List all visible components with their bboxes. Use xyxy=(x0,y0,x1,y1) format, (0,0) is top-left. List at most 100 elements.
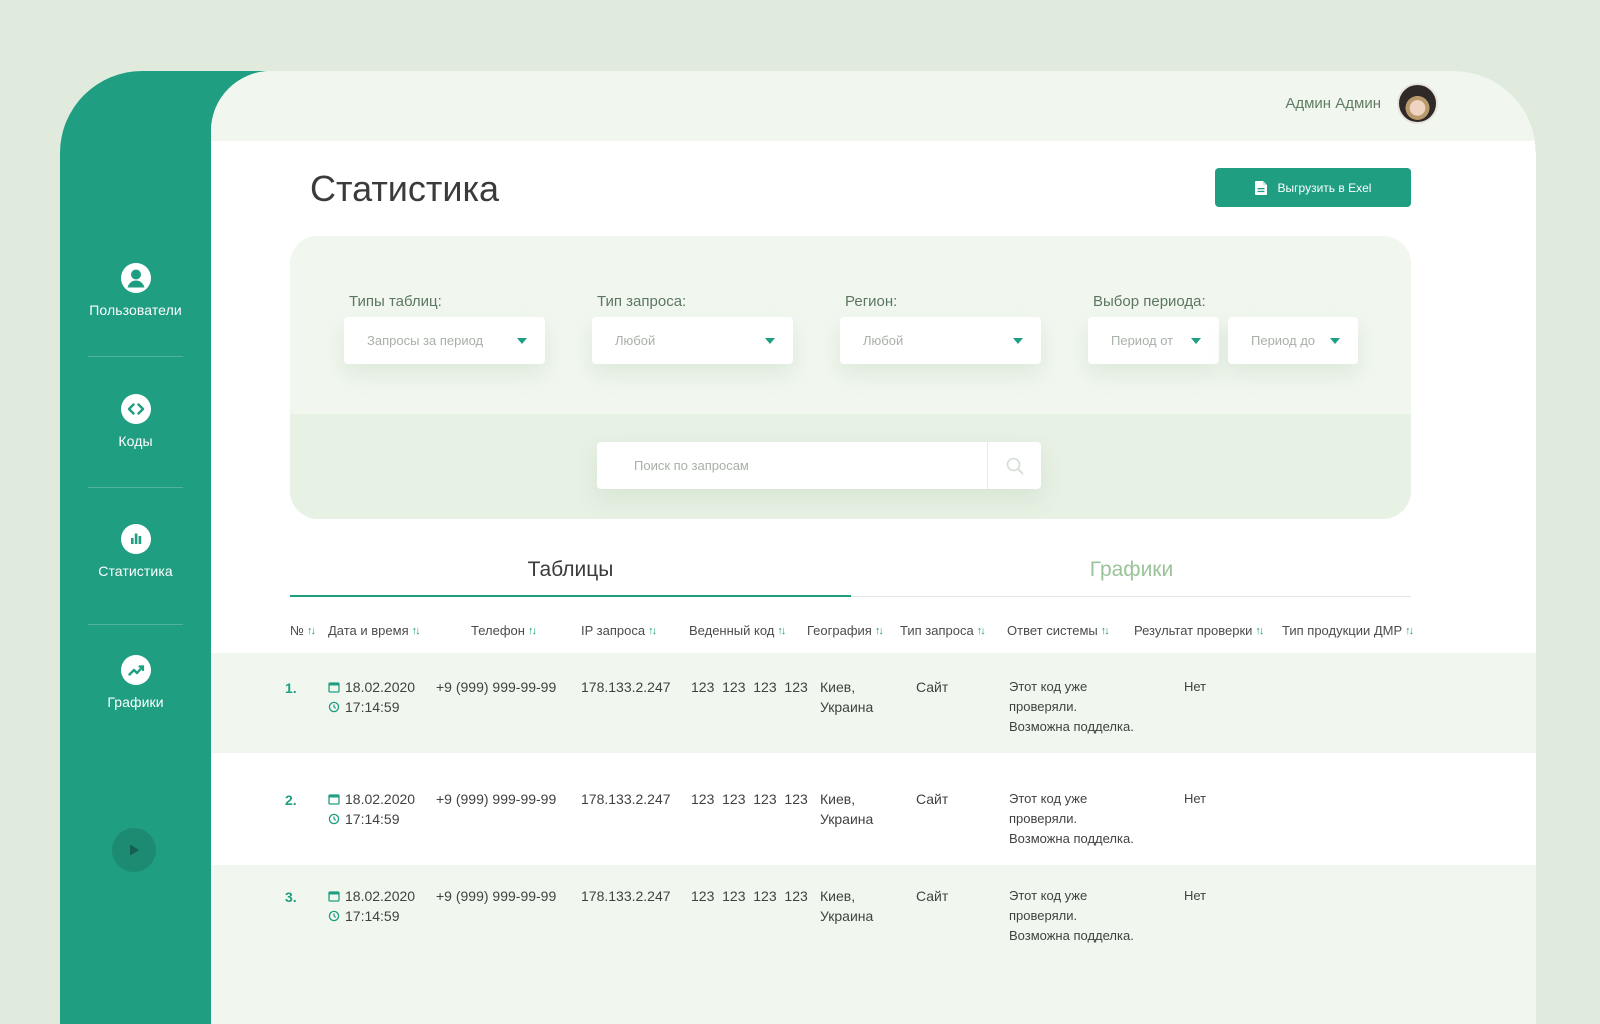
answer-line: проверяли. xyxy=(1009,811,1078,826)
row-system-answer: Этот код уже проверяли. Возможна подделк… xyxy=(1009,789,1134,849)
row-number: 3. xyxy=(285,889,297,905)
table-row[interactable]: 1. 18.02.2020 17:14:59 +9 (999) 999-99-9… xyxy=(211,653,1536,753)
row-geography: Киев, Украина xyxy=(820,677,873,717)
row-phone: +9 (999) 999-99-99 xyxy=(436,791,557,807)
column-header-ip[interactable]: IP запроса ↑↓ xyxy=(581,623,657,638)
row-geo-city: Киев, xyxy=(820,679,856,695)
bar-chart-icon xyxy=(120,524,151,554)
row-geography: Киев, Украина xyxy=(820,886,873,926)
row-code: 123 123 123 123 xyxy=(691,888,808,904)
history-icon xyxy=(328,701,340,713)
column-header-phone[interactable]: Телефон ↑↓ xyxy=(471,623,537,638)
user-icon xyxy=(120,263,151,293)
sidebar-item-label: Графики xyxy=(107,694,164,710)
export-button-label: Выгрузить в Exel xyxy=(1277,180,1372,195)
sidebar-item-statistics[interactable]: Статистика xyxy=(60,524,211,579)
row-check-result: Нет xyxy=(1184,888,1207,903)
column-header-label: Тип продукции ДМР xyxy=(1282,623,1403,638)
row-system-answer: Этот код уже проверяли. Возможна подделк… xyxy=(1009,886,1134,946)
column-header-product-type[interactable]: Тип продукции ДМР ↑↓ xyxy=(1282,623,1414,638)
play-icon xyxy=(130,844,139,856)
main-content: Админ Админ Статистика Выгрузить в Exel … xyxy=(211,71,1536,1024)
row-date: 18.02.2020 xyxy=(345,679,416,695)
answer-line: Этот код уже xyxy=(1009,888,1088,903)
column-header-check-result[interactable]: Результат проверки ↑↓ xyxy=(1134,623,1264,638)
row-request-type: Сайт xyxy=(916,679,949,695)
row-check-result: Нет xyxy=(1184,679,1207,694)
row-geo-country: Украина xyxy=(820,811,874,827)
search-icon xyxy=(1006,457,1023,474)
column-header-number[interactable]: № ↑↓ xyxy=(290,623,316,638)
select-value: Любой xyxy=(615,333,656,348)
avatar[interactable] xyxy=(1397,83,1438,124)
row-number: 1. xyxy=(285,680,297,696)
top-bar: Админ Админ xyxy=(211,71,1536,141)
sort-icon: ↑↓ xyxy=(777,624,786,637)
play-button[interactable] xyxy=(112,828,156,872)
table-type-select[interactable]: Запросы за период xyxy=(344,317,545,364)
sidebar-item-codes[interactable]: Коды xyxy=(60,394,211,449)
sort-icon: ↑↓ xyxy=(306,624,316,637)
tab-tables[interactable]: Таблицы xyxy=(290,558,851,597)
sidebar-item-label: Статистика xyxy=(98,563,173,579)
sort-icon: ↑↓ xyxy=(874,624,884,637)
calendar-icon xyxy=(328,891,340,902)
sidebar-item-label: Коды xyxy=(118,433,153,449)
answer-line: Этот код уже xyxy=(1009,791,1088,806)
row-date: 18.02.2020 xyxy=(345,791,416,807)
caret-down-icon xyxy=(1330,337,1340,344)
row-ip: 178.133.2.247 xyxy=(581,791,671,807)
row-request-type: Сайт xyxy=(916,888,949,904)
row-geography: Киев, Украина xyxy=(820,789,873,829)
column-header-label: География xyxy=(807,623,872,638)
column-header-label: № xyxy=(290,623,304,638)
sidebar-divider xyxy=(88,624,183,625)
table-type-label: Типы таблиц: xyxy=(349,293,442,310)
request-type-select[interactable]: Любой xyxy=(592,317,793,364)
user-name[interactable]: Админ Админ xyxy=(1285,95,1381,112)
caret-down-icon xyxy=(765,337,775,344)
search-button[interactable] xyxy=(987,442,1041,489)
app-frame: Пользователи Коды Статистика Графики Адм… xyxy=(60,71,1536,1024)
column-header-geography[interactable]: География ↑↓ xyxy=(807,623,884,638)
sidebar-item-graphs[interactable]: Графики xyxy=(60,655,211,710)
caret-down-icon xyxy=(517,337,527,344)
table-row[interactable]: 3. 18.02.2020 17:14:59 +9 (999) 999-99-9… xyxy=(211,865,1536,1024)
row-geo-country: Украина xyxy=(820,699,874,715)
sort-icon: ↑↓ xyxy=(648,624,657,637)
row-check-result: Нет xyxy=(1184,791,1207,806)
trend-icon xyxy=(120,655,151,685)
column-header-system-answer[interactable]: Ответ системы ↑↓ xyxy=(1007,623,1110,638)
row-geo-city: Киев, xyxy=(820,888,856,904)
row-time: 17:14:59 xyxy=(345,811,400,827)
row-code: 123 123 123 123 xyxy=(691,679,808,695)
calendar-icon xyxy=(328,794,340,805)
row-geo-country: Украина xyxy=(820,908,874,924)
calendar-icon xyxy=(328,682,340,693)
column-header-request-type[interactable]: Тип запроса ↑↓ xyxy=(900,623,986,638)
table-row[interactable]: 2. 18.02.2020 17:14:59 +9 (999) 999-99-9… xyxy=(211,753,1536,865)
row-time: 17:14:59 xyxy=(345,908,400,924)
code-icon xyxy=(120,394,151,424)
column-header-code[interactable]: Веденный код ↑↓ xyxy=(689,623,786,638)
select-value: Период от xyxy=(1111,333,1174,348)
column-header-label: Результат проверки xyxy=(1134,623,1253,638)
answer-line: проверяли. xyxy=(1009,699,1078,714)
row-request-type: Сайт xyxy=(916,791,949,807)
row-ip: 178.133.2.247 xyxy=(581,679,671,695)
period-from-select[interactable]: Период от xyxy=(1088,317,1219,364)
column-header-datetime[interactable]: Дата и время ↑↓ xyxy=(328,623,421,638)
tab-graphs[interactable]: Графики xyxy=(851,558,1412,597)
sidebar-item-users[interactable]: Пользователи xyxy=(60,263,211,318)
caret-down-icon xyxy=(1013,337,1023,344)
tab-active-indicator xyxy=(290,595,851,597)
sort-icon: ↑↓ xyxy=(976,624,986,637)
request-type-label: Тип запроса: xyxy=(597,293,687,310)
period-to-select[interactable]: Период до xyxy=(1228,317,1358,364)
search-input[interactable] xyxy=(597,442,987,489)
region-select[interactable]: Любой xyxy=(840,317,1041,364)
sort-icon: ↑↓ xyxy=(1255,624,1264,637)
export-excel-button[interactable]: Выгрузить в Exel xyxy=(1215,168,1411,207)
row-phone: +9 (999) 999-99-99 xyxy=(436,679,557,695)
sidebar-divider xyxy=(88,487,183,488)
